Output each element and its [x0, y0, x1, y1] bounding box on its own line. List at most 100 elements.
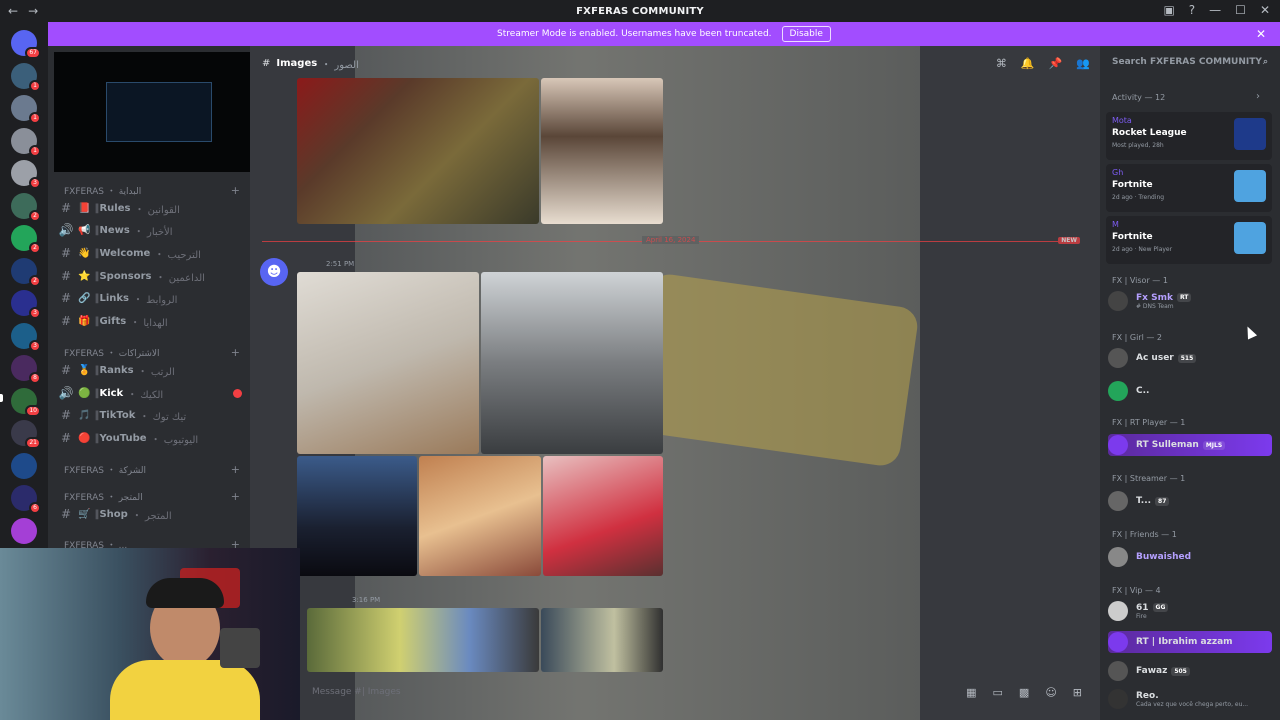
- server-icon[interactable]: 8: [11, 355, 41, 384]
- server-icon[interactable]: 67: [11, 30, 41, 59]
- webcam-microphone: [220, 628, 260, 668]
- inbox-icon[interactable]: ▣: [1163, 3, 1174, 17]
- bell-icon[interactable]: 🔔: [1021, 57, 1035, 70]
- mention-badge: 6: [29, 502, 41, 514]
- channel-kick[interactable]: 🔊 🟢 ‖ Kick ・ الكيك: [58, 383, 242, 403]
- composer-icons: ▦ ▭ ▩ ☺ ⊞: [966, 686, 1082, 699]
- server-icon[interactable]: 3: [11, 290, 41, 319]
- channel-arabic-name: ・ الروابط: [132, 294, 178, 306]
- image-attachment[interactable]: [297, 78, 539, 224]
- member-item[interactable]: Reo. Cada vez que você chega perto, eu...: [1108, 688, 1272, 710]
- channel-tiktok[interactable]: # 🎵 ‖ TikTok ・ تيك توك: [58, 405, 242, 425]
- sticker-icon[interactable]: ▩: [1019, 686, 1029, 699]
- hash-icon: #: [60, 314, 72, 328]
- channel-news[interactable]: 🔊 📢 ‖ News ・ الأخبار: [58, 220, 242, 240]
- mention-badge: 2: [29, 274, 41, 287]
- add-channel-icon[interactable]: +: [231, 184, 240, 197]
- member-item[interactable]: C..: [1108, 380, 1272, 402]
- channel-name: Links: [99, 292, 129, 304]
- activity-card[interactable]: Mota Rocket League Most played, 28h: [1106, 112, 1272, 160]
- image-attachment[interactable]: [481, 272, 663, 454]
- member-item[interactable]: Fx Smk RT # DNS Team: [1108, 290, 1272, 312]
- apps-icon[interactable]: ⊞: [1073, 686, 1082, 699]
- image-attachment[interactable]: [543, 456, 663, 576]
- help-icon[interactable]: ?: [1189, 3, 1195, 17]
- member-text: Ac user 515: [1136, 353, 1197, 363]
- category-store[interactable]: FXFERAS ・ المتجر +: [64, 490, 240, 503]
- new-messages-divider: April 16, 2024 NEW: [262, 236, 1080, 244]
- server-icon[interactable]: 3: [11, 160, 41, 189]
- server-icon[interactable]: 1: [11, 95, 41, 124]
- channel-ranks[interactable]: # 🏅 ‖ Ranks ・ الرتب: [58, 360, 242, 380]
- channel-emoji-icon: 🟢: [78, 387, 91, 399]
- channel-gifts[interactable]: # 🎁 ‖ Gifts ・ الهدايا: [58, 311, 242, 331]
- category-start[interactable]: FXFERAS ・ البداية +: [64, 184, 240, 197]
- channel-header-arabic: ・ الصور: [321, 59, 359, 71]
- member-text: Reo. Cada vez que você chega perto, eu...: [1136, 691, 1248, 708]
- stream-preview[interactable]: [54, 52, 266, 172]
- channel-youtube[interactable]: # 🔴 ‖ YouTube ・ اليوتيوب: [58, 428, 242, 448]
- image-attachment[interactable]: [541, 608, 663, 672]
- category-subscriptions[interactable]: FXFERAS ・ الاشتراكات +: [64, 346, 240, 359]
- channel-arabic-name: ・ اليوتيوب: [150, 434, 199, 446]
- member-item[interactable]: T... 87: [1108, 490, 1272, 512]
- member-status: Cada vez que você chega perto, eu...: [1136, 700, 1249, 708]
- close-window-button[interactable]: ✕: [1260, 3, 1270, 17]
- message-composer[interactable]: Message #| Images ▦ ▭ ▩ ☺ ⊞: [262, 680, 1090, 704]
- server-icon[interactable]: [11, 452, 37, 479]
- search-input[interactable]: Search FXFERAS COMMUNITY ⌕: [1106, 52, 1274, 72]
- channel-name: Sponsors: [99, 270, 152, 282]
- discord-avatar-icon[interactable]: ☻: [260, 258, 288, 286]
- activity-card[interactable]: Gh Fortnite 2d ago · Trending: [1106, 164, 1272, 212]
- server-icon[interactable]: 2: [11, 225, 41, 254]
- emoji-icon[interactable]: ☺: [1045, 686, 1056, 699]
- add-channel-icon[interactable]: +: [231, 463, 240, 476]
- server-icon[interactable]: 10: [11, 387, 41, 417]
- add-channel-icon[interactable]: +: [231, 490, 240, 503]
- gif-icon[interactable]: ▭: [993, 686, 1003, 699]
- chevron-right-icon[interactable]: ›: [1256, 91, 1260, 102]
- channel-arabic-name: ・ الأخبار: [133, 226, 173, 238]
- banner-close-icon[interactable]: ✕: [1256, 27, 1266, 41]
- hash-icon: #: [60, 408, 72, 422]
- member-item[interactable]: RT | Ibrahim azzam: [1108, 631, 1272, 653]
- threads-icon[interactable]: ⌘: [996, 57, 1007, 70]
- member-name: T...: [1136, 496, 1152, 506]
- member-item[interactable]: 61 GG Fire: [1108, 600, 1272, 622]
- member-item[interactable]: Ac user 515: [1108, 347, 1272, 369]
- add-channel-icon[interactable]: +: [231, 346, 240, 359]
- minimize-button[interactable]: —: [1209, 3, 1221, 17]
- server-icon[interactable]: 3: [11, 322, 41, 352]
- channel-rules[interactable]: # 📕 ‖ Rules ・ القوانين: [58, 198, 242, 218]
- member-list-icon[interactable]: 👥: [1076, 57, 1090, 70]
- window-title: FXFERAS COMMUNITY: [576, 5, 704, 17]
- member-item[interactable]: RT Sulleman MJLS: [1108, 434, 1272, 456]
- game-art-icon: [1234, 222, 1266, 254]
- pin-icon[interactable]: 📌: [1049, 57, 1063, 70]
- server-icon[interactable]: 1: [11, 62, 41, 92]
- activity-card[interactable]: M Fortnite 2d ago · New Player: [1106, 216, 1272, 264]
- image-attachment[interactable]: [307, 608, 539, 672]
- image-attachment[interactable]: [541, 78, 663, 224]
- image-attachment[interactable]: [297, 456, 417, 576]
- hash-icon: #: [60, 507, 72, 521]
- image-attachment[interactable]: [297, 272, 479, 454]
- server-icon[interactable]: 2: [11, 192, 41, 222]
- server-icon[interactable]: [11, 517, 37, 544]
- member-item[interactable]: Fawaz 505: [1108, 660, 1272, 682]
- channel-links[interactable]: # 🔗 ‖ Links ・ الروابط: [58, 288, 242, 308]
- channel-sponsors[interactable]: # ⭐ ‖ Sponsors ・ الداعمين: [58, 266, 242, 286]
- category-label: FXFERAS ・ البداية: [64, 187, 142, 197]
- server-icon[interactable]: 2: [11, 257, 41, 287]
- server-icon[interactable]: 1: [11, 127, 41, 157]
- channel-welcome[interactable]: # 👋 ‖ Welcome ・ الترحيب: [58, 243, 242, 263]
- server-icon[interactable]: 21: [11, 420, 41, 449]
- category-company[interactable]: FXFERAS ・ الشركة +: [64, 463, 240, 476]
- maximize-button[interactable]: ☐: [1235, 3, 1246, 17]
- channel-shop[interactable]: # 🛒 ‖ Shop ・ المتجر: [58, 504, 242, 524]
- member-item[interactable]: Buwaished: [1108, 546, 1272, 568]
- gift-icon[interactable]: ▦: [966, 686, 976, 699]
- server-icon[interactable]: 6: [11, 485, 41, 514]
- disable-streamer-mode-button[interactable]: Disable: [781, 26, 831, 42]
- image-attachment[interactable]: [419, 456, 541, 576]
